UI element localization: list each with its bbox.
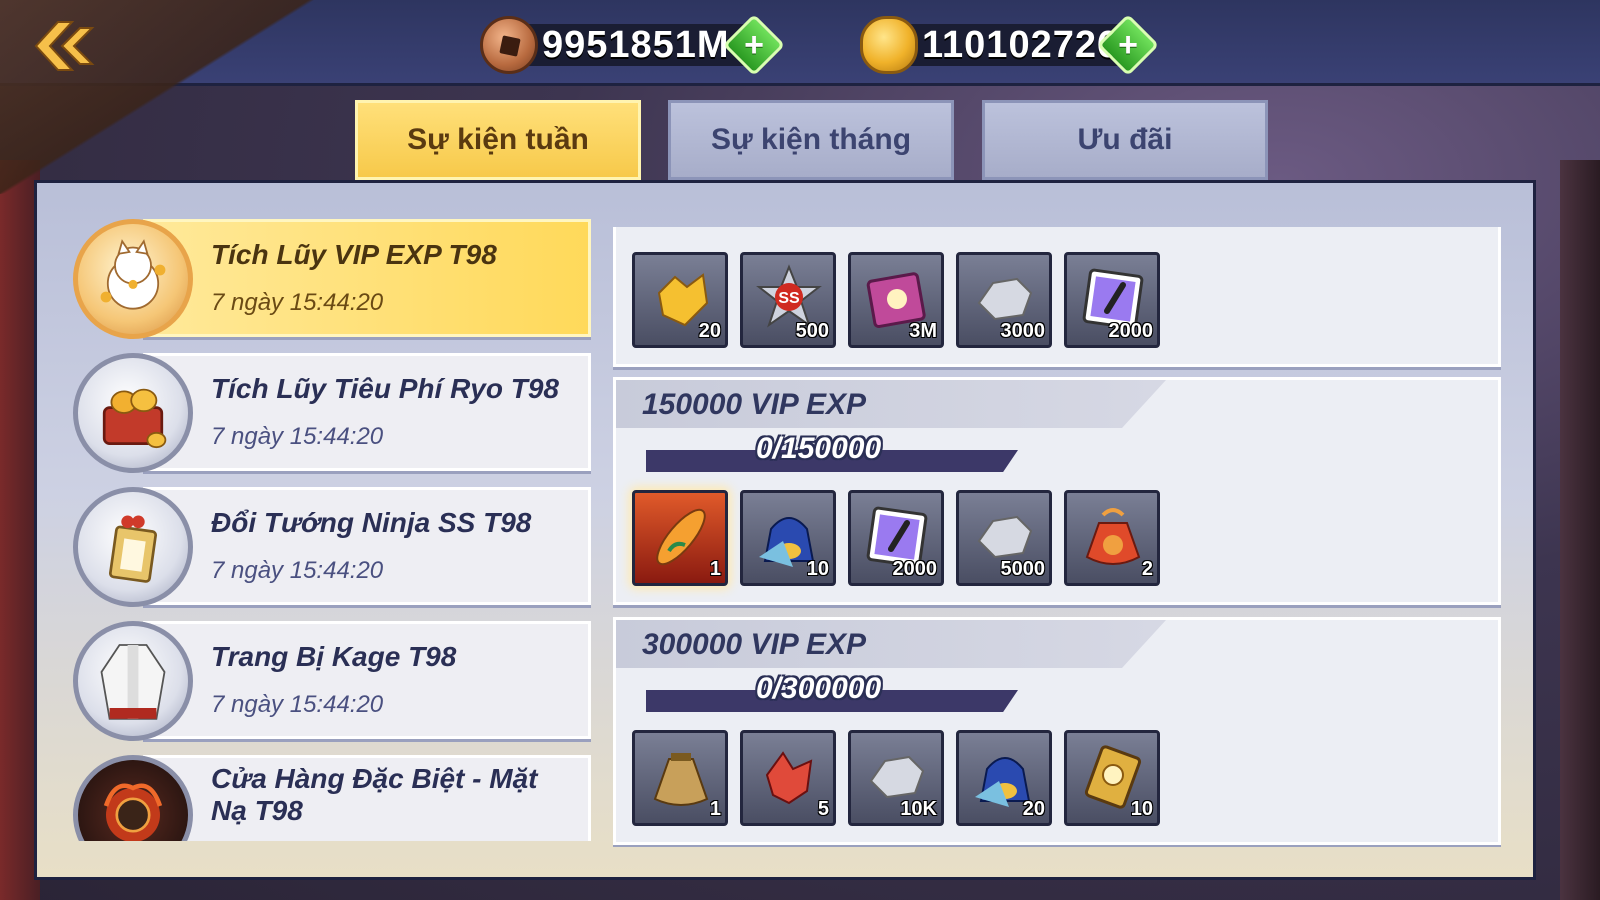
gold-basket-icon	[73, 353, 193, 473]
event-title: Tích Lũy Tiêu Phí Ryo T98	[211, 373, 559, 404]
reward-item[interactable]: 20	[632, 252, 728, 348]
event-card	[143, 219, 591, 337]
plus-icon: +	[1118, 26, 1138, 64]
reward-item[interactable]: 2	[1064, 490, 1160, 586]
tier-label: 300000 VIP EXP	[642, 628, 867, 661]
reward-tier: 150000 VIP EXP 0/150000 1 10 2000 5000 2	[613, 377, 1501, 605]
event-title: Trang Bị Kage T98	[211, 641, 457, 672]
reward-items: 1 10 2000 5000 2	[632, 490, 1160, 586]
event-title: Tích Lũy VIP EXP T98	[211, 239, 497, 270]
event-item-vip-exp[interactable]: Tích Lũy VIP EXP T98 7 ngày 15:44:20	[73, 219, 593, 339]
event-card	[143, 353, 591, 471]
item-quantity: 2000	[1108, 320, 1154, 342]
reward-item[interactable]: 5	[740, 730, 836, 826]
tier-label: 150000 VIP EXP	[642, 388, 867, 421]
red-crystal-icon	[765, 751, 813, 805]
reward-items: 1 5 10K 20 10	[632, 730, 1160, 826]
gold-value: 110102726	[922, 23, 1120, 66]
plus-icon: +	[744, 26, 764, 64]
reward-item[interactable]: 2000	[1064, 252, 1160, 348]
tab-offers[interactable]: Ưu đãi	[982, 100, 1268, 180]
back-button[interactable]	[28, 18, 98, 74]
event-item-kage-gear[interactable]: Trang Bị Kage T98 7 ngày 15:44:20	[73, 621, 593, 741]
top-bar: 9951851M + 110102726 +	[0, 0, 1600, 202]
reward-item[interactable]: 3000	[956, 252, 1052, 348]
item-quantity: 2	[1141, 558, 1153, 580]
ryo-currency: 9951851M +	[480, 13, 786, 77]
item-quantity: 3000	[1000, 320, 1046, 342]
item-quantity: 5000	[1000, 558, 1046, 580]
item-quantity: 1	[709, 558, 721, 580]
event-time: 7 ngày 15:44:20	[211, 423, 384, 450]
item-quantity: 2000	[892, 558, 938, 580]
reward-tier: 300000 VIP EXP 0/300000 1 5 10K 20 10	[613, 617, 1501, 845]
double-chevron-left-icon	[34, 21, 95, 71]
gift-box-icon	[73, 487, 193, 607]
reward-item[interactable]: 10	[740, 490, 836, 586]
ryo-value: 9951851M	[542, 23, 730, 66]
event-card	[143, 487, 591, 605]
event-item-ninja-exchange[interactable]: Đổi Tướng Ninja SS T98 7 ngày 15:44:20	[73, 487, 593, 607]
event-item-ryo-spend[interactable]: Tích Lũy Tiêu Phí Ryo T98 7 ngày 15:44:2…	[73, 353, 593, 473]
event-title: Đổi Tướng Ninja SS T98	[211, 507, 532, 538]
event-list[interactable]: Tích Lũy VIP EXP T98 7 ngày 15:44:20 Tíc…	[73, 219, 593, 841]
lucky-cat-icon	[73, 219, 193, 339]
item-quantity: 3M	[909, 320, 937, 342]
reward-item[interactable]: 1	[632, 490, 728, 586]
reward-item[interactable]: 10K	[848, 730, 944, 826]
red-pouch-icon	[1085, 508, 1141, 565]
reward-tier: 20 SS 500 3M 3000 2000	[613, 227, 1501, 367]
event-card	[143, 621, 591, 739]
reward-item[interactable]: 2000	[848, 490, 944, 586]
item-quantity: 20	[698, 320, 721, 342]
reward-list[interactable]: 20 SS 500 3M 3000 2000 150000 VIP EXP 0/…	[613, 227, 1501, 847]
svg-text:SS: SS	[778, 290, 800, 307]
background-right	[1560, 160, 1600, 900]
item-quantity: 1	[709, 798, 721, 820]
item-quantity: 5	[817, 798, 829, 820]
ryo-coin-icon	[480, 16, 538, 74]
event-time: 7 ngày 15:44:20	[211, 557, 384, 584]
event-time: 7 ngày 15:44:20	[211, 289, 384, 316]
item-quantity: 10K	[900, 798, 937, 820]
reward-item[interactable]: 3M	[848, 252, 944, 348]
tab-weekly-events[interactable]: Sự kiện tuần	[355, 100, 641, 180]
reward-items: 20 SS 500 3M 3000 2000	[632, 252, 1160, 348]
reward-item[interactable]: 10	[1064, 730, 1160, 826]
item-quantity: 10	[1130, 798, 1153, 820]
event-title: Cửa Hàng Đặc Biệt - Mặt Nạ T98	[211, 763, 538, 826]
gold-ingot-icon	[860, 16, 918, 74]
sack-icon	[653, 753, 709, 806]
item-quantity: 20	[1022, 798, 1045, 820]
item-quantity: 500	[795, 320, 829, 342]
kage-robe-icon	[73, 621, 193, 741]
main-panel: Tích Lũy VIP EXP T98 7 ngày 15:44:20 Tíc…	[34, 180, 1536, 880]
tab-monthly-events[interactable]: Sự kiện tháng	[668, 100, 954, 180]
reward-item[interactable]: 1	[632, 730, 728, 826]
event-time: 7 ngày 15:44:20	[211, 691, 384, 718]
reward-item[interactable]: 20	[956, 730, 1052, 826]
gold-currency: 110102726 +	[860, 13, 1160, 77]
progress-text: 0/150000	[756, 432, 882, 465]
progress-text: 0/300000	[756, 672, 882, 705]
reward-item[interactable]: 5000	[956, 490, 1052, 586]
reward-item[interactable]: SS 500	[740, 252, 836, 348]
event-item-mask-shop[interactable]: Cửa Hàng Đặc Biệt - Mặt Nạ T98	[73, 755, 593, 841]
surfboard-icon	[656, 508, 706, 566]
item-quantity: 10	[806, 558, 829, 580]
